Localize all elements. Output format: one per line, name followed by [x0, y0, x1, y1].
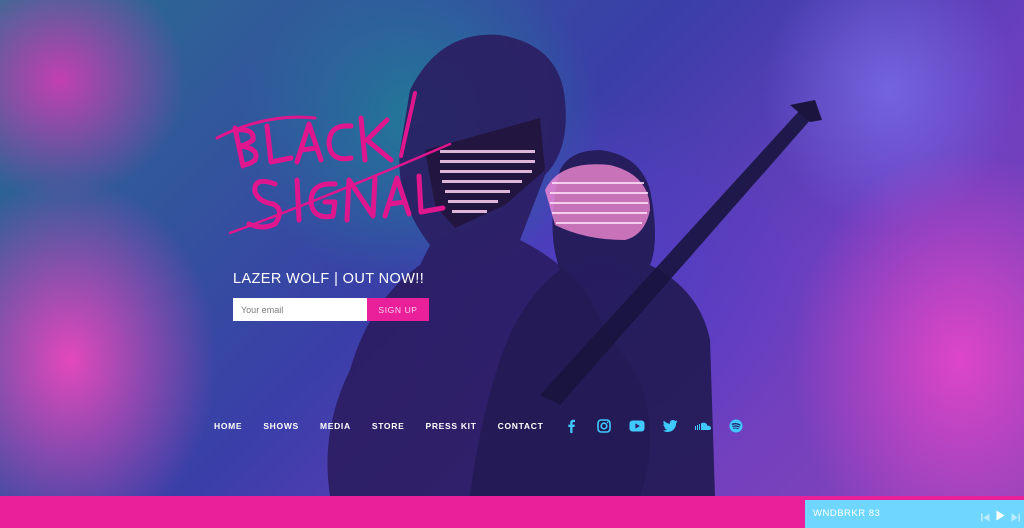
email-input[interactable]: [233, 298, 367, 321]
twitter-icon[interactable]: [661, 418, 679, 434]
track-title: WNDBRKR 83: [813, 508, 881, 519]
newsletter-signup: SIGN UP: [233, 298, 429, 321]
nav-home[interactable]: HOME: [214, 421, 242, 431]
spotify-icon[interactable]: [727, 418, 745, 434]
play-icon[interactable]: [996, 508, 1005, 526]
nav-press-kit[interactable]: PRESS KIT: [425, 421, 476, 431]
nav-contact[interactable]: CONTACT: [498, 421, 544, 431]
youtube-icon[interactable]: [628, 418, 646, 434]
nav-shows[interactable]: SHOWS: [263, 421, 299, 431]
hero-section: LAZER WOLF | OUT NOW!! SIGN UP HOME SHOW…: [0, 0, 1024, 496]
facebook-icon[interactable]: [562, 418, 580, 434]
band-logo: [215, 91, 452, 235]
main-nav: HOME SHOWS MEDIA STORE PRESS KIT CONTACT: [214, 421, 564, 431]
audio-player: WNDBRKR 83: [805, 500, 1024, 528]
nav-media[interactable]: MEDIA: [320, 421, 351, 431]
social-links: [562, 418, 760, 434]
instagram-icon[interactable]: [595, 418, 613, 434]
sign-up-button[interactable]: SIGN UP: [367, 298, 429, 321]
nav-store[interactable]: STORE: [372, 421, 405, 431]
previous-icon[interactable]: [981, 509, 990, 527]
release-tagline: LAZER WOLF | OUT NOW!!: [233, 271, 425, 287]
soundcloud-icon[interactable]: [694, 418, 712, 434]
next-icon[interactable]: [1011, 509, 1020, 527]
